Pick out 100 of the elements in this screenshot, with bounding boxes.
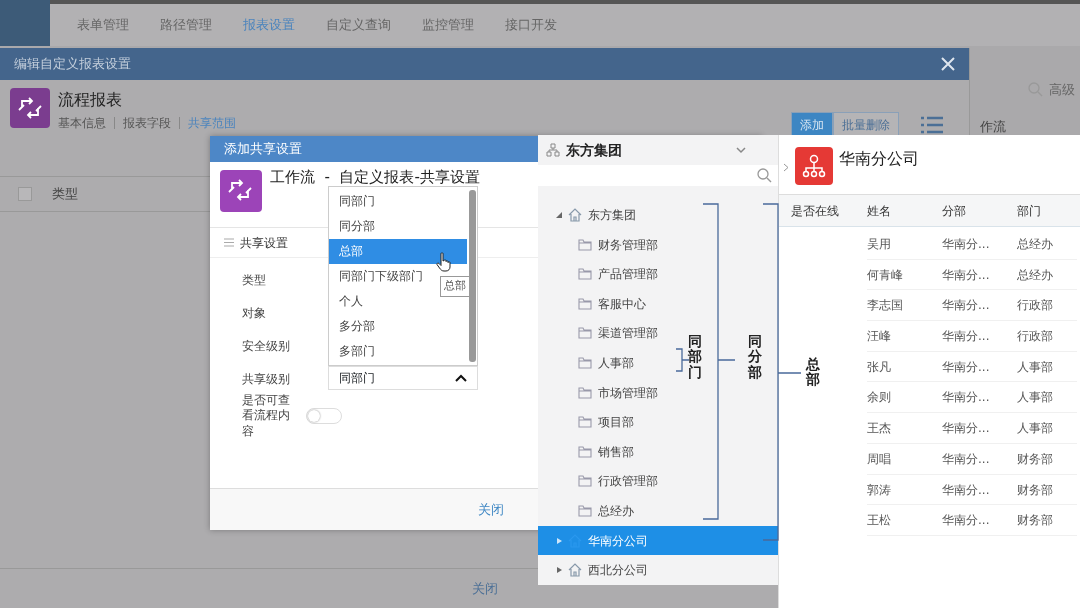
- folder-icon: [578, 415, 592, 430]
- table-cell: 人事部: [1017, 382, 1077, 414]
- folder-icon: [578, 267, 592, 282]
- tree-item[interactable]: 总经办: [538, 496, 642, 526]
- table-cell: 行政部: [1017, 290, 1077, 322]
- panel-title: 华南分公司: [839, 148, 919, 170]
- table-cell: 汪峰: [867, 321, 942, 352]
- table-cell: 王杰: [867, 413, 942, 444]
- dialog-heading: 工作流 - 自定义报表-共享设置: [270, 168, 480, 186]
- home-icon: [568, 208, 582, 223]
- menu-icon: [224, 238, 234, 247]
- bracket-drawing: [676, 348, 689, 372]
- field-label: 是否可查看流程内容: [241, 392, 291, 440]
- column-header: 分部: [942, 203, 967, 220]
- table-cell: 华南分...: [942, 229, 1017, 260]
- table-cell: 人事部: [1017, 351, 1077, 383]
- table-cell: 张凡: [867, 351, 942, 383]
- folder-icon: [578, 326, 592, 341]
- search-icon: [757, 168, 772, 184]
- toggle-switch[interactable]: [306, 408, 342, 424]
- table-cell: 华南分...: [942, 321, 1017, 352]
- scrollbar[interactable]: [469, 190, 476, 362]
- tree-item[interactable]: 渠道管理部: [538, 318, 666, 349]
- report-title: 流程报表: [58, 89, 123, 111]
- tree-item[interactable]: 销售部: [538, 437, 642, 467]
- column-header: 类型: [52, 185, 78, 204]
- close-icon: [941, 57, 955, 71]
- org-chart-icon: [546, 143, 560, 158]
- tree-item[interactable]: 客服中心: [538, 289, 654, 319]
- dropdown-option[interactable]: 多分部: [329, 314, 467, 339]
- table-cell: 余则: [867, 382, 942, 414]
- section-title: 共享设置: [240, 234, 288, 252]
- tree-item[interactable]: 东方集团: [538, 200, 644, 230]
- sidebar-header: [0, 0, 50, 46]
- panel-title: 东方集团: [566, 140, 622, 160]
- table-cell: 王松: [867, 505, 942, 536]
- folder-icon: [578, 444, 592, 459]
- field-label: 对象: [241, 305, 267, 322]
- report-icon: [10, 88, 50, 128]
- column-header: 姓名: [867, 203, 892, 220]
- folder-icon: [578, 356, 592, 371]
- tree-item[interactable]: 项目部: [538, 407, 642, 438]
- table-cell: 华南分...: [942, 443, 1017, 475]
- table-cell: 周唱: [867, 443, 942, 475]
- table-cell: 总经办: [1017, 259, 1077, 291]
- table-cell: 华南分...: [942, 259, 1017, 291]
- folder-icon: [578, 237, 592, 252]
- tree-item[interactable]: 市场管理部: [538, 377, 666, 408]
- report-icon: [220, 170, 262, 212]
- dialog-title: 添加共享设置: [224, 140, 302, 159]
- column-header: 是否在线: [791, 203, 840, 220]
- folder-icon: [578, 504, 592, 518]
- tree-item[interactable]: 人事部: [538, 348, 642, 378]
- table-cell: 华南分...: [942, 382, 1017, 414]
- table-cell: 华南分...: [942, 290, 1017, 322]
- table-cell: 财务部: [1017, 443, 1077, 475]
- org-chart-icon: [795, 147, 833, 185]
- field-label: 共享级别: [241, 371, 291, 388]
- field-label: 安全级别: [241, 338, 291, 355]
- table-cell: 华南分...: [942, 505, 1017, 536]
- tree-item[interactable]: 行政管理部: [538, 466, 666, 497]
- chevron-right-icon: [783, 163, 789, 172]
- field-label: 类型: [241, 272, 267, 289]
- close-link[interactable]: 关闭: [478, 499, 504, 520]
- dropdown-option[interactable]: 同部门: [329, 189, 467, 214]
- dropdown-option[interactable]: 多部门: [329, 339, 467, 364]
- search-label: 高级: [1049, 81, 1075, 99]
- table-cell: 财务部: [1017, 505, 1077, 536]
- tree-item[interactable]: 产品管理部: [538, 259, 666, 290]
- folder-icon: [578, 474, 592, 489]
- table-cell: 财务部: [1017, 474, 1077, 506]
- select-field[interactable]: 同部门: [328, 366, 478, 390]
- table-cell: 行政部: [1017, 321, 1077, 352]
- tooltip: 总部: [440, 276, 470, 297]
- folder-icon: [578, 296, 592, 311]
- column-header: 作流: [980, 119, 1006, 134]
- chevron-down-icon: [736, 146, 746, 154]
- annotation-label: 总部: [806, 357, 820, 388]
- column-header: 部门: [1017, 203, 1042, 220]
- table-cell: 华南分...: [942, 413, 1017, 444]
- search-field[interactable]: [538, 165, 778, 187]
- table-cell: 吴用: [867, 229, 942, 260]
- section-tab[interactable]: 基本信息: [58, 114, 106, 132]
- table-cell: 郭涛: [867, 474, 942, 506]
- tree-item[interactable]: 西北分公司: [538, 555, 656, 585]
- folder-icon: [578, 385, 592, 400]
- dialog-title: 编辑自定义报表设置: [14, 55, 131, 74]
- hand-cursor-icon: [436, 251, 452, 272]
- checkbox[interactable]: [18, 187, 32, 201]
- caret-up-icon: [455, 374, 467, 382]
- annotation-label: 同分部: [748, 334, 762, 381]
- tree-item[interactable]: 财务管理部: [538, 229, 666, 260]
- dropdown-option[interactable]: 同分部: [329, 214, 467, 239]
- table-cell: 何青峰: [867, 259, 942, 291]
- annotation-label: 同部门: [688, 334, 702, 381]
- table-cell: 华南分...: [942, 474, 1017, 506]
- table-cell: 总经办: [1017, 229, 1077, 260]
- home-icon: [568, 563, 582, 578]
- table-cell: 李志国: [867, 290, 942, 322]
- table-cell: 人事部: [1017, 413, 1077, 444]
